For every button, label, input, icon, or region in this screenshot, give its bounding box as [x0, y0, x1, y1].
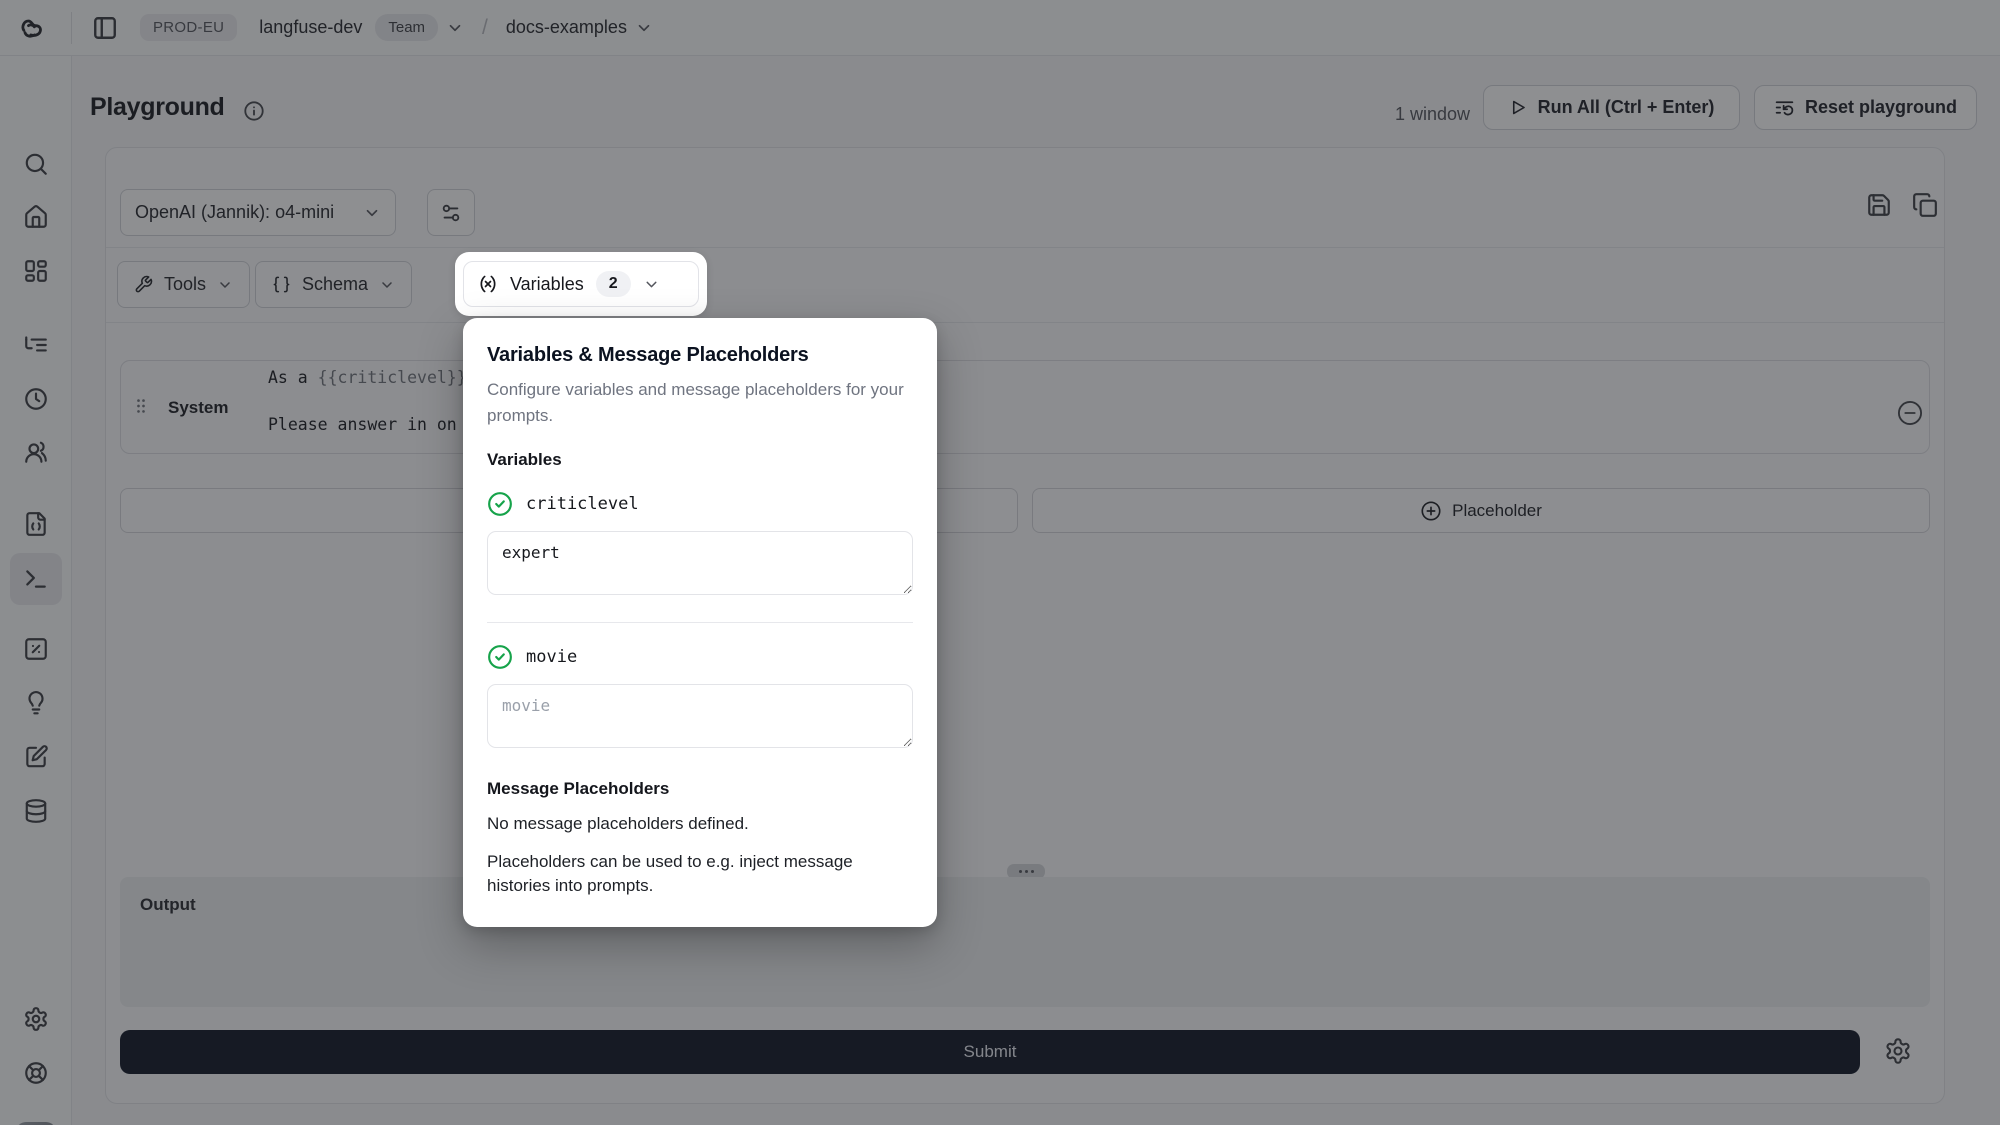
variable-group: movie	[487, 644, 913, 753]
popover-dim-overlay[interactable]	[0, 0, 2000, 1125]
variable-name: movie	[526, 647, 577, 667]
popover-divider	[487, 622, 913, 623]
variable-name: criticlevel	[526, 494, 639, 514]
check-circle-icon	[487, 491, 513, 517]
variable-value-input[interactable]	[487, 684, 913, 748]
placeholders-section-heading: Message Placeholders	[487, 779, 913, 799]
variables-popover: Variables & Message Placeholders Configu…	[463, 318, 937, 927]
popover-description: Configure variables and message placehol…	[487, 377, 913, 428]
variables-trigger-wrapper: Variables 2	[455, 252, 707, 316]
placeholders-empty-text: No message placeholders defined.	[487, 812, 913, 837]
playground-screen: PROD-EU langfuse-dev Team / docs-example…	[0, 0, 2000, 1125]
chevron-down-icon	[643, 276, 660, 293]
check-circle-icon	[487, 644, 513, 670]
popover-title: Variables & Message Placeholders	[487, 344, 913, 367]
variables-label: Variables	[510, 274, 584, 295]
variables-dropdown-button[interactable]: Variables 2	[463, 261, 699, 307]
placeholders-hint-text: Placeholders can be used to e.g. inject …	[487, 850, 913, 899]
variable-value-input[interactable]: expert	[487, 531, 913, 595]
variable-icon	[478, 274, 498, 294]
variables-count-badge: 2	[596, 271, 631, 297]
variable-group: criticlevel expert	[487, 491, 913, 600]
variables-section-heading: Variables	[487, 450, 913, 470]
